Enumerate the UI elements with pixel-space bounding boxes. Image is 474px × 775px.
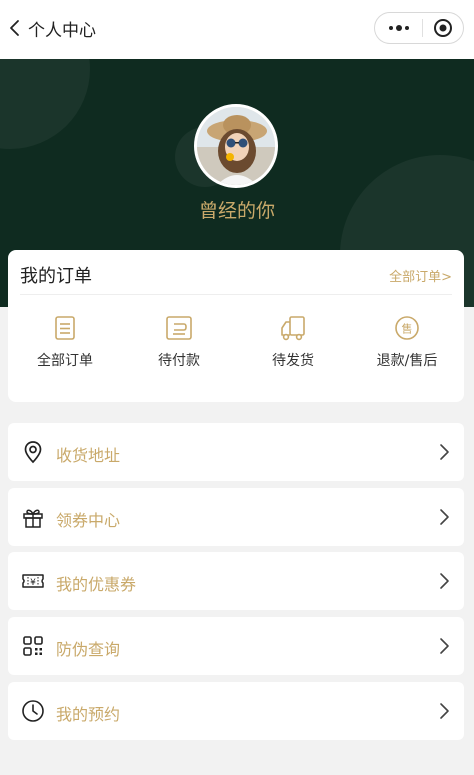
chevron-right-icon <box>440 638 449 654</box>
back-button[interactable]: 个人中心 <box>4 14 104 42</box>
clock-icon <box>21 699 45 723</box>
menu-item-label: 我的优惠券 <box>56 575 137 594</box>
order-all-button[interactable]: 全部订单 <box>8 314 122 378</box>
menu-item-my-coupons[interactable]: ¥ 我的优惠券 <box>8 552 464 610</box>
svg-text:¥: ¥ <box>30 578 36 588</box>
wallet-icon <box>166 316 192 340</box>
chevron-right-icon <box>440 509 449 525</box>
menu-item-label: 领券中心 <box>56 511 121 530</box>
gift-icon <box>21 505 45 529</box>
svg-text:售: 售 <box>402 322 413 336</box>
menu-item-coupon-center[interactable]: 领券中心 <box>8 488 464 546</box>
order-item-label: 待付款 <box>158 353 200 369</box>
menu-item-label: 收货地址 <box>56 446 121 465</box>
order-pending-payment-button[interactable]: 待付款 <box>122 314 236 378</box>
avatar[interactable] <box>194 104 278 188</box>
document-list-icon <box>55 316 75 340</box>
navigation-bar: 个人中心 <box>0 0 474 59</box>
menu-item-label: 我的预约 <box>56 705 121 724</box>
order-title: 我的订单 <box>20 266 92 287</box>
qr-code-icon <box>21 634 45 658</box>
order-status-row: 全部订单 待付款 待发货 售 退款/售后 <box>8 314 464 378</box>
chevron-right-icon <box>440 703 449 719</box>
decorative-circle <box>0 59 90 149</box>
menu-item-my-reservations[interactable]: 我的预约 <box>8 682 464 740</box>
username: 曾经的你 <box>198 200 275 222</box>
coupon-yen-icon: ¥ <box>21 569 45 593</box>
chevron-right-icon <box>440 573 449 589</box>
chevron-right-icon <box>440 444 449 460</box>
order-item-label: 待发货 <box>272 353 314 369</box>
page-title: 个人中心 <box>28 20 96 41</box>
order-header: 我的订单 全部订单> <box>20 250 452 295</box>
menu-item-address[interactable]: 收货地址 <box>8 423 464 481</box>
close-button[interactable] <box>423 13 463 43</box>
menu-item-label: 防伪查询 <box>56 640 121 659</box>
order-after-sales-button[interactable]: 售 退款/售后 <box>350 314 464 378</box>
order-item-label: 全部订单 <box>37 353 93 369</box>
more-button[interactable] <box>375 13 422 43</box>
mini-program-capsule <box>374 12 464 44</box>
truck-icon <box>281 316 305 341</box>
order-pending-shipment-button[interactable]: 待发货 <box>236 314 350 378</box>
order-item-label: 退款/售后 <box>376 353 438 369</box>
target-close-icon <box>434 19 453 37</box>
menu-item-anti-counterfeit[interactable]: 防伪查询 <box>8 617 464 675</box>
view-all-orders-link[interactable]: 全部订单> <box>389 266 452 285</box>
chevron-left-icon <box>10 20 19 36</box>
location-pin-icon <box>21 440 45 464</box>
order-card: 我的订单 全部订单> 全部订单 待付款 待发货 售 退款/售后 <box>8 250 464 402</box>
after-sales-icon: 售 <box>395 316 419 340</box>
avatar-photo <box>197 107 275 185</box>
more-dots-icon <box>388 25 409 31</box>
